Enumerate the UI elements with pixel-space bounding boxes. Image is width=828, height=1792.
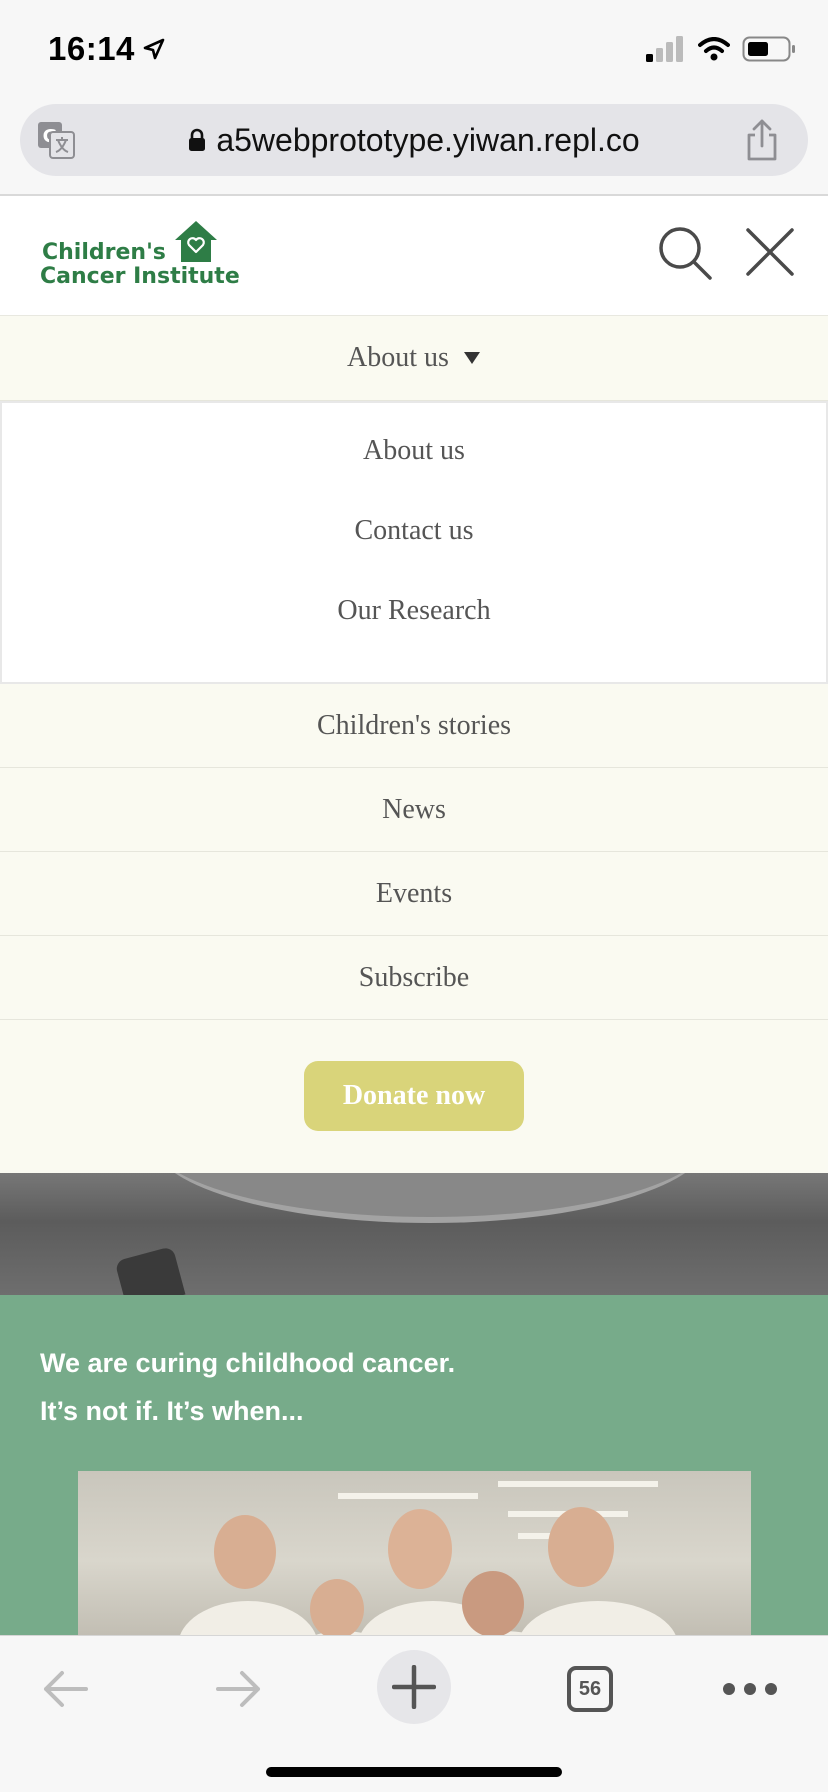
tagline: We are curing childhood cancer. It’s not… <box>40 1339 455 1435</box>
submenu-item-about-us[interactable]: About us <box>2 411 826 491</box>
tagline-line2: It’s not if. It’s when... <box>40 1396 304 1426</box>
share-icon[interactable] <box>744 118 780 162</box>
lock-icon <box>189 128 206 151</box>
caret-down-icon <box>463 352 480 364</box>
logo-line2: Cancer Institute <box>40 264 240 289</box>
url-display: a5webprototype.yiwan.repl.co <box>20 104 808 176</box>
browser-bar: G a5webprototype.yiwan.repl.co <box>0 100 828 196</box>
status-time: 16:14 <box>48 30 135 67</box>
tabs-icon: 56 <box>567 1666 613 1712</box>
search-icon[interactable] <box>656 224 714 282</box>
url-text: a5webprototype.yiwan.repl.co <box>216 121 640 158</box>
photo-person-head <box>388 1509 452 1589</box>
donate-container: Donate now <box>0 1020 828 1172</box>
donate-button[interactable]: Donate now <box>304 1061 524 1131</box>
more-button[interactable] <box>722 1658 778 1720</box>
close-icon[interactable] <box>744 226 796 278</box>
photo-detail <box>498 1481 658 1487</box>
back-arrow-icon <box>44 1671 88 1707</box>
home-indicator <box>266 1767 562 1777</box>
logo-house-icon <box>175 221 217 262</box>
new-tab-button[interactable] <box>377 1650 451 1724</box>
submenu-about-us: About us Contact us Our Research <box>0 401 828 684</box>
tagline-section: We are curing childhood cancer. It’s not… <box>0 1295 828 1635</box>
nav-menu: About us About us Contact us Our Researc… <box>0 316 828 1173</box>
tagline-line1: We are curing childhood cancer. <box>40 1348 456 1378</box>
photo-person-head <box>548 1507 614 1587</box>
site-logo[interactable]: Children's Cancer Institute <box>40 220 260 292</box>
new-tab-icon <box>392 1665 436 1709</box>
logo-line1: Children's <box>42 240 166 265</box>
hero-image <box>0 1173 828 1295</box>
back-button[interactable] <box>38 1658 92 1720</box>
photo-person <box>518 1601 678 1635</box>
photo-person-head <box>462 1571 524 1635</box>
hero-image-shape <box>150 1173 710 1223</box>
more-icon <box>723 1683 777 1695</box>
submenu-item-our-research[interactable]: Our Research <box>2 571 826 651</box>
tabs-button[interactable]: 56 <box>564 1658 616 1720</box>
status-icons <box>646 36 796 62</box>
status-time-group: 16:14 <box>48 30 165 68</box>
photo-detail <box>338 1493 478 1499</box>
photo-person <box>178 1601 318 1635</box>
submenu-item-contact-us[interactable]: Contact us <box>2 491 826 571</box>
status-bar: 16:14 <box>0 0 828 100</box>
url-bar[interactable]: G a5webprototype.yiwan.repl.co <box>20 104 808 176</box>
wifi-icon <box>698 37 730 61</box>
nav-item-about-us-toggle[interactable]: About us <box>0 316 828 401</box>
nav-item-news[interactable]: News <box>0 768 828 852</box>
hero-image-shadow <box>114 1246 186 1295</box>
photo-person-head <box>214 1515 276 1589</box>
signal-icon <box>646 36 683 62</box>
photo-person-head <box>310 1579 364 1635</box>
nav-item-events[interactable]: Events <box>0 852 828 936</box>
nav-parent-label: About us <box>347 342 449 373</box>
nav-item-childrens-stories[interactable]: Children's stories <box>0 684 828 768</box>
team-photo <box>78 1471 751 1635</box>
nav-item-subscribe[interactable]: Subscribe <box>0 936 828 1020</box>
battery-icon <box>742 36 795 62</box>
forward-arrow-icon <box>216 1671 260 1707</box>
location-arrow-icon <box>143 38 165 60</box>
forward-button[interactable] <box>212 1658 266 1720</box>
site-header: Children's Cancer Institute <box>0 198 828 316</box>
